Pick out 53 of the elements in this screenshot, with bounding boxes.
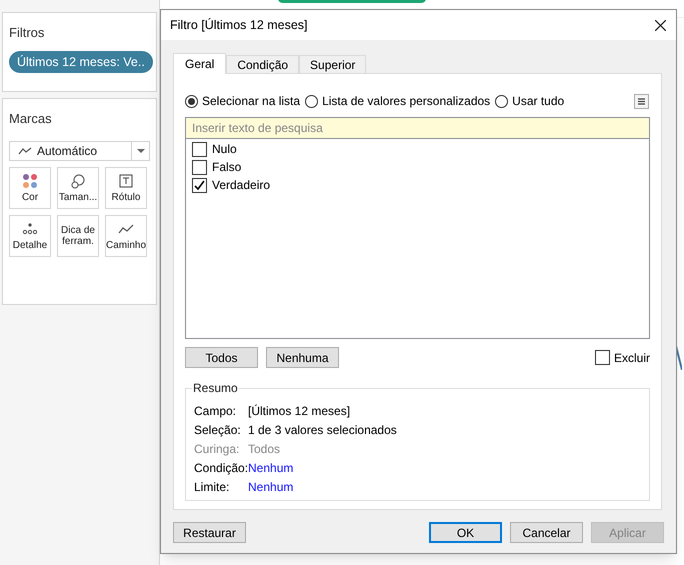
value-label[interactable]: Falso [212, 158, 242, 176]
mark-card[interactable]: Detalhe [9, 214, 51, 256]
summary-label: Condição: [194, 460, 248, 477]
tab[interactable]: Superior [299, 55, 366, 73]
radio-button[interactable] [185, 94, 198, 108]
circles-icon [70, 172, 86, 188]
radio-button[interactable] [495, 94, 508, 108]
summary-label: Seleção: [194, 422, 242, 439]
dialog-button[interactable]: Cancelar [510, 522, 583, 543]
summary-value: 1 de 3 valores selecionados [248, 422, 397, 439]
checkbox[interactable] [192, 178, 207, 192]
filter-pill[interactable]: Últimos 12 meses: Ve.. [9, 50, 153, 74]
menu-icon[interactable] [634, 94, 649, 108]
summary-value: Todos [248, 441, 280, 458]
radio-label[interactable]: Selecionar na lista [202, 92, 300, 110]
summary-label: Limite: [194, 479, 230, 496]
select-button[interactable]: Nenhuma [266, 347, 339, 368]
checkbox[interactable] [594, 350, 610, 365]
mark-card[interactable]: Cor [9, 166, 51, 208]
dropdown-arrow-icon [136, 148, 144, 152]
mark-card[interactable]: Rótulo [105, 166, 147, 208]
checkbox-label[interactable]: Excluir [614, 348, 650, 366]
search-field[interactable]: Inserir texto de pesquisa [186, 118, 649, 139]
tab[interactable]: Condição [226, 55, 300, 73]
mark-card[interactable]: Dica de ferram. [57, 214, 99, 256]
group-title: Resumo [192, 381, 239, 395]
mark-card[interactable]: Taman... [57, 166, 99, 208]
select-button[interactable]: Todos [185, 347, 258, 368]
value-label[interactable]: Verdadeiro [212, 176, 270, 194]
summary-value: [Últimos 12 meses] [248, 403, 350, 420]
summary-label: Campo: [194, 403, 238, 420]
mark-card[interactable]: Caminho [105, 214, 147, 256]
radio-button[interactable] [305, 94, 318, 108]
dialog-button[interactable]: OK [429, 522, 502, 543]
summary-link[interactable]: Nenhum [248, 478, 294, 496]
mark-type-dropdown[interactable]: Automático [9, 140, 150, 160]
dialog-title: Filtro [Últimos 12 meses] [170, 16, 309, 34]
panel-title: Filtros [9, 24, 44, 42]
summary-label: Curinga: [194, 441, 240, 458]
radio-label[interactable]: Usar tudo [512, 92, 564, 110]
dots-icon [22, 220, 38, 236]
color-dots-icon [22, 172, 38, 188]
summary-link[interactable]: Nenhum [248, 459, 294, 477]
radio-label[interactable]: Lista de valores personalizados [322, 92, 490, 110]
checkbox[interactable] [192, 142, 207, 156]
close-icon[interactable] [655, 20, 666, 30]
tab[interactable]: Geral [173, 53, 226, 74]
line-icon [18, 146, 32, 154]
panel-title: Marcas [9, 110, 53, 128]
checkbox[interactable] [192, 160, 207, 174]
value-label[interactable]: Nulo [212, 140, 237, 158]
text-label-icon [118, 172, 134, 188]
dialog-button[interactable]: Restaurar [173, 522, 246, 543]
